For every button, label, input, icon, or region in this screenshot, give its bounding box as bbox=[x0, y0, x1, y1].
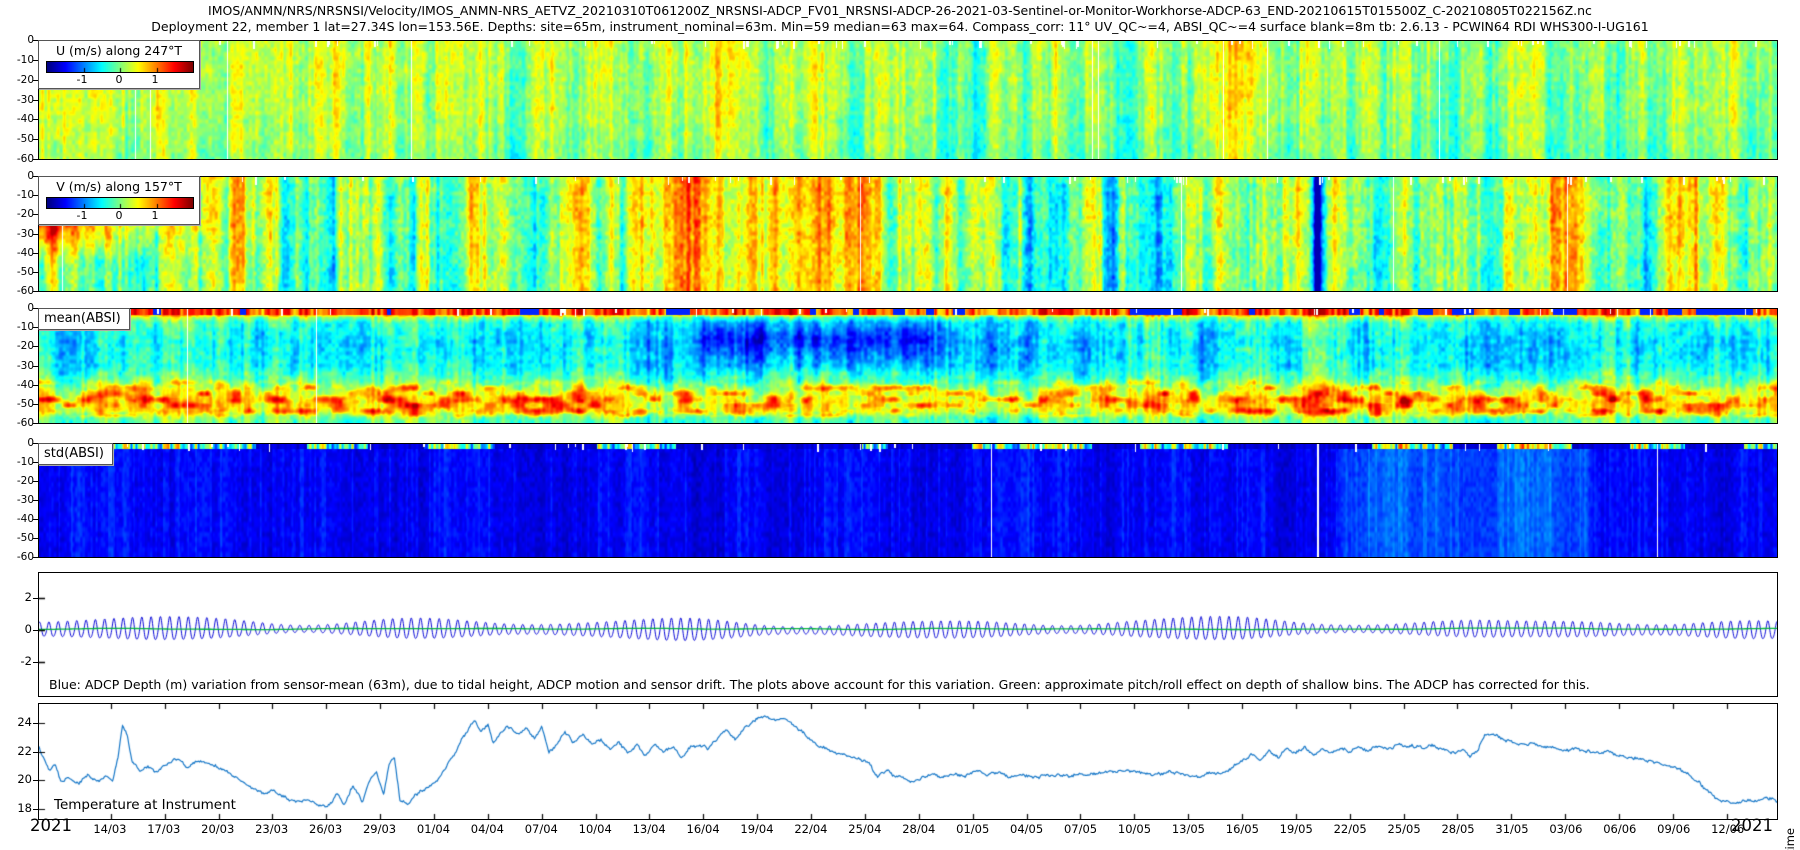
depth-variation-ytick-label: -2 bbox=[0, 655, 32, 668]
depth-variation-ytick-label: 0 bbox=[0, 623, 32, 636]
depth-tick-mark bbox=[33, 139, 38, 140]
panel-absi-std: std(ABSI) bbox=[38, 443, 1778, 558]
depth-tick-label: -10 bbox=[0, 189, 34, 201]
depth-tick-label: -50 bbox=[0, 266, 34, 278]
depth-tick-label: -30 bbox=[0, 494, 34, 506]
panel-v-velocity: V (m/s) along 157°T -1 0 1 bbox=[38, 176, 1778, 292]
depth-tick-mark bbox=[33, 119, 38, 120]
depth-tick-label: -60 bbox=[0, 417, 34, 429]
depth-tick-label: 0 bbox=[0, 170, 34, 182]
depth-tick-label: -60 bbox=[0, 551, 34, 563]
temp-ytick-label: 24 bbox=[0, 716, 32, 729]
temp-ytick-label: 20 bbox=[0, 773, 32, 786]
u-colorbar-tick-pos1: 1 bbox=[152, 73, 159, 86]
plot-subtitle-deployment-info: Deployment 22, member 1 lat=27.34S lon=1… bbox=[0, 19, 1800, 34]
depth-tick-label: -60 bbox=[0, 153, 34, 165]
depth-tick-label: -20 bbox=[0, 208, 34, 220]
depth-tick-mark bbox=[33, 500, 38, 501]
depth-tick-label: -10 bbox=[0, 54, 34, 66]
depth-variation-annotation: Blue: ADCP Depth (m) variation from sens… bbox=[49, 677, 1590, 692]
depth-tick-mark bbox=[33, 538, 38, 539]
v-colorbar-tick-0: 0 bbox=[116, 209, 123, 222]
depth-tick-label: -50 bbox=[0, 398, 34, 410]
absi-mean-label: mean(ABSI) bbox=[38, 308, 130, 330]
absi-std-heatmap bbox=[39, 444, 1777, 557]
temp-ytick-label: 18 bbox=[0, 802, 32, 815]
imos-copyright-watermark: © IMOS 21-Dec-2024 23:39:16 Hobart time bbox=[1783, 828, 1797, 850]
depth-tick-mark bbox=[33, 346, 38, 347]
plot-title-filename: IMOS/ANMN/NRS/NRSNSI/Velocity/IMOS_ANMN-… bbox=[0, 3, 1800, 18]
depth-tick-label: -20 bbox=[0, 74, 34, 86]
u-colorbar-tick-neg1: -1 bbox=[77, 73, 88, 86]
depth-tick-label: -40 bbox=[0, 379, 34, 391]
depth-tick-label: 0 bbox=[0, 437, 34, 449]
temp-ytick-label: 22 bbox=[0, 745, 32, 758]
u-colorbar bbox=[46, 61, 194, 73]
depth-tick-label: -40 bbox=[0, 247, 34, 259]
depth-variation-ytick-label: 2 bbox=[0, 591, 32, 604]
adcp-diagnostic-plot-page: { "titles": { "line1": "IMOS/ANMN/NRS/NR… bbox=[0, 0, 1800, 850]
depth-tick-label: 0 bbox=[0, 302, 34, 314]
depth-tick-mark bbox=[33, 557, 38, 558]
depth-tick-mark bbox=[33, 366, 38, 367]
panel-u-velocity: U (m/s) along 247°T -1 0 1 bbox=[38, 40, 1778, 160]
depth-tick-label: -20 bbox=[0, 340, 34, 352]
depth-tick-label: -10 bbox=[0, 321, 34, 333]
v-colorbar-legend: V (m/s) along 157°T -1 0 1 bbox=[38, 176, 200, 225]
depth-tick-mark bbox=[33, 423, 38, 424]
v-colorbar-tick-neg1: -1 bbox=[77, 209, 88, 222]
v-colorbar-tick-pos1: 1 bbox=[152, 209, 159, 222]
depth-tick-label: -50 bbox=[0, 133, 34, 145]
panel-adcp-depth-variation: Blue: ADCP Depth (m) variation from sens… bbox=[38, 572, 1778, 697]
depth-tick-mark bbox=[33, 481, 38, 482]
depth-tick-label: -30 bbox=[0, 94, 34, 106]
depth-variation-ytick-mark bbox=[33, 630, 38, 631]
depth-tick-mark bbox=[33, 100, 38, 101]
depth-tick-label: -50 bbox=[0, 532, 34, 544]
depth-tick-mark bbox=[33, 519, 38, 520]
depth-variation-ytick-mark bbox=[33, 662, 38, 663]
depth-tick-mark bbox=[33, 404, 38, 405]
depth-tick-mark bbox=[33, 253, 38, 254]
v-velocity-heatmap bbox=[39, 177, 1777, 291]
depth-tick-label: -40 bbox=[0, 113, 34, 125]
u-velocity-heatmap bbox=[39, 41, 1777, 159]
depth-tick-label: -20 bbox=[0, 475, 34, 487]
date-tick-label: 12/06 bbox=[1696, 822, 1760, 836]
v-legend-title: V (m/s) along 157°T bbox=[39, 177, 199, 194]
temp-ytick-mark bbox=[33, 809, 38, 810]
absi-std-label: std(ABSI) bbox=[38, 443, 113, 465]
depth-tick-mark bbox=[33, 291, 38, 292]
depth-variation-ytick-mark bbox=[33, 598, 38, 599]
u-legend-title: U (m/s) along 247°T bbox=[39, 41, 199, 58]
depth-tick-mark bbox=[33, 159, 38, 160]
v-colorbar bbox=[46, 197, 194, 209]
panel-temperature: Temperature at Instrument bbox=[38, 703, 1778, 820]
depth-tick-mark bbox=[33, 234, 38, 235]
depth-tick-label: -40 bbox=[0, 513, 34, 525]
panel-absi-mean: mean(ABSI) bbox=[38, 308, 1778, 424]
depth-tick-mark bbox=[33, 272, 38, 273]
temperature-lineplot bbox=[39, 704, 1777, 819]
depth-tick-label: -30 bbox=[0, 228, 34, 240]
temperature-label: Temperature at Instrument bbox=[54, 797, 236, 813]
depth-tick-label: -60 bbox=[0, 285, 34, 297]
u-colorbar-tick-0: 0 bbox=[116, 73, 123, 86]
depth-tick-mark bbox=[33, 385, 38, 386]
depth-tick-label: 0 bbox=[0, 34, 34, 46]
depth-tick-label: -30 bbox=[0, 360, 34, 372]
temp-ytick-mark bbox=[33, 780, 38, 781]
xaxis-year-start: 2021 bbox=[30, 816, 72, 835]
u-colorbar-legend: U (m/s) along 247°T -1 0 1 bbox=[38, 40, 200, 89]
temp-ytick-mark bbox=[33, 723, 38, 724]
temp-ytick-mark bbox=[33, 752, 38, 753]
depth-tick-label: -10 bbox=[0, 456, 34, 468]
absi-mean-heatmap bbox=[39, 309, 1777, 423]
